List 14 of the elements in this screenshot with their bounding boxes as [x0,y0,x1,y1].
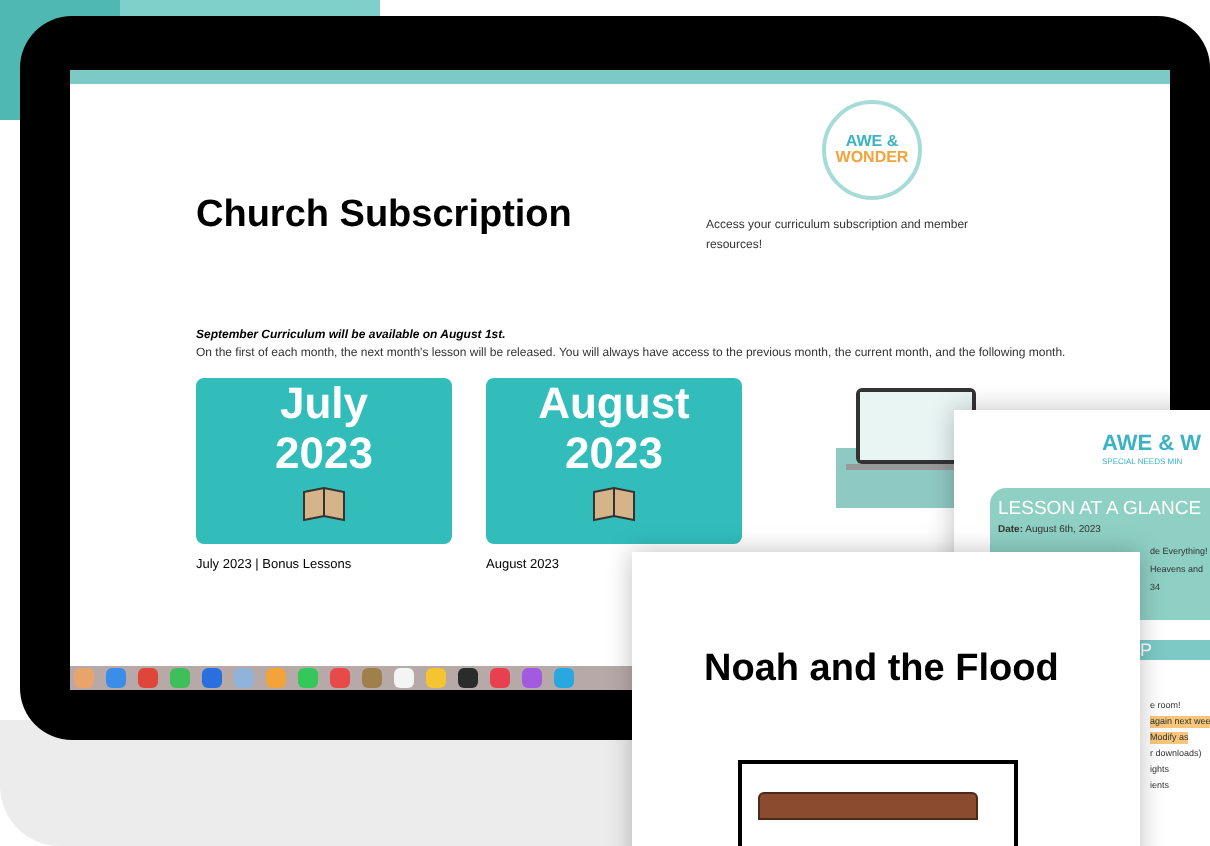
card-year: 2023 [275,432,373,476]
story-title: Noah and the Flood [704,646,1061,694]
card-month: August [538,382,690,426]
logo-text: AWE & [845,134,899,150]
book-icon [592,486,636,522]
section-title: P [1140,640,1153,660]
app-icon[interactable] [458,668,478,688]
card-year: 2023 [565,432,663,476]
book-icon [302,486,346,522]
brand-logo-text: AWE & W [1102,434,1203,456]
banner-title: LESSON AT A GLANCE [998,496,1202,524]
card-month: July [279,382,369,426]
logo-text: WONDER [835,150,909,166]
page-title: Church Subscription [196,192,574,240]
